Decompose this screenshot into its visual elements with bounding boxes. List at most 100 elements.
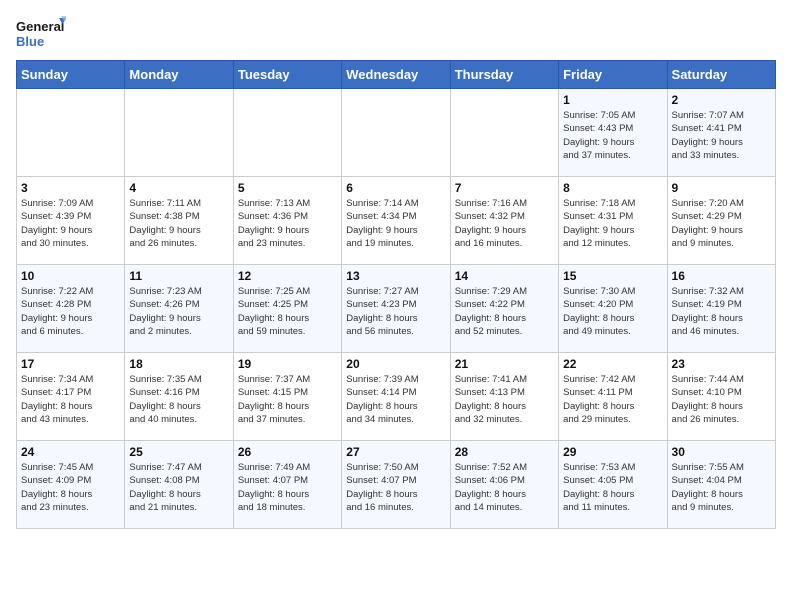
day-info: Sunrise: 7:18 AM Sunset: 4:31 PM Dayligh…	[563, 197, 662, 250]
day-info: Sunrise: 7:50 AM Sunset: 4:07 PM Dayligh…	[346, 461, 445, 514]
calendar-week-5: 24 Sunrise: 7:45 AM Sunset: 4:09 PM Dayli…	[17, 441, 776, 529]
day-header-friday: Friday	[559, 61, 667, 89]
day-number: 12	[238, 269, 337, 283]
calendar-cell	[17, 89, 125, 177]
calendar-cell: 23 Sunrise: 7:44 AM Sunset: 4:10 PM Dayli…	[667, 353, 775, 441]
day-number: 18	[129, 357, 228, 371]
calendar-cell: 27Sunrise: 7:50 AM Sunset: 4:07 PM Dayli…	[342, 441, 450, 529]
calendar-cell: 22 Sunrise: 7:42 AM Sunset: 4:11 PM Dayli…	[559, 353, 667, 441]
day-number: 7	[455, 181, 554, 195]
day-info: Sunrise: 7:13 AM Sunset: 4:36 PM Dayligh…	[238, 197, 337, 250]
logo-svg: General Blue	[16, 16, 66, 52]
day-number: 3	[21, 181, 120, 195]
calendar-cell: 9 Sunrise: 7:20 AM Sunset: 4:29 PM Daylig…	[667, 177, 775, 265]
day-info: Sunrise: 7:11 AM Sunset: 4:38 PM Dayligh…	[129, 197, 228, 250]
day-info: Sunrise: 7:05 AM Sunset: 4:43 PM Dayligh…	[563, 109, 662, 162]
page-header: General Blue	[16, 16, 776, 52]
calendar-cell: 26 Sunrise: 7:49 AM Sunset: 4:07 PM Dayli…	[233, 441, 341, 529]
calendar-cell: 4 Sunrise: 7:11 AM Sunset: 4:38 PM Daylig…	[125, 177, 233, 265]
day-number: 20	[346, 357, 445, 371]
day-number: 14	[455, 269, 554, 283]
day-info: Sunrise: 7:47 AM Sunset: 4:08 PM Dayligh…	[129, 461, 228, 514]
day-number: 24	[21, 445, 120, 459]
day-info: Sunrise: 7:07 AM Sunset: 4:41 PM Dayligh…	[672, 109, 771, 162]
day-info: Sunrise: 7:23 AM Sunset: 4:26 PM Dayligh…	[129, 285, 228, 338]
day-number: 19	[238, 357, 337, 371]
day-number: 1	[563, 93, 662, 107]
calendar-cell: 5 Sunrise: 7:13 AM Sunset: 4:36 PM Daylig…	[233, 177, 341, 265]
day-header-tuesday: Tuesday	[233, 61, 341, 89]
calendar: SundayMondayTuesdayWednesdayThursdayFrid…	[16, 60, 776, 529]
day-info: Sunrise: 7:52 AM Sunset: 4:06 PM Dayligh…	[455, 461, 554, 514]
day-number: 25	[129, 445, 228, 459]
calendar-week-3: 10Sunrise: 7:22 AM Sunset: 4:28 PM Dayli…	[17, 265, 776, 353]
day-info: Sunrise: 7:42 AM Sunset: 4:11 PM Dayligh…	[563, 373, 662, 426]
svg-text:General: General	[16, 19, 64, 34]
day-header-sunday: Sunday	[17, 61, 125, 89]
day-info: Sunrise: 7:25 AM Sunset: 4:25 PM Dayligh…	[238, 285, 337, 338]
calendar-cell: 25 Sunrise: 7:47 AM Sunset: 4:08 PM Dayli…	[125, 441, 233, 529]
day-info: Sunrise: 7:37 AM Sunset: 4:15 PM Dayligh…	[238, 373, 337, 426]
day-number: 4	[129, 181, 228, 195]
day-number: 5	[238, 181, 337, 195]
day-info: Sunrise: 7:14 AM Sunset: 4:34 PM Dayligh…	[346, 197, 445, 250]
day-number: 15	[563, 269, 662, 283]
calendar-cell: 21 Sunrise: 7:41 AM Sunset: 4:13 PM Dayli…	[450, 353, 558, 441]
day-info: Sunrise: 7:27 AM Sunset: 4:23 PM Dayligh…	[346, 285, 445, 338]
day-number: 22	[563, 357, 662, 371]
calendar-cell: 16Sunrise: 7:32 AM Sunset: 4:19 PM Dayli…	[667, 265, 775, 353]
calendar-cell	[342, 89, 450, 177]
logo: General Blue	[16, 16, 66, 52]
calendar-cell: 19 Sunrise: 7:37 AM Sunset: 4:15 PM Dayli…	[233, 353, 341, 441]
calendar-cell: 13 Sunrise: 7:27 AM Sunset: 4:23 PM Dayli…	[342, 265, 450, 353]
calendar-cell: 11 Sunrise: 7:23 AM Sunset: 4:26 PM Dayli…	[125, 265, 233, 353]
day-number: 16	[672, 269, 771, 283]
day-header-saturday: Saturday	[667, 61, 775, 89]
calendar-cell: 28 Sunrise: 7:52 AM Sunset: 4:06 PM Dayli…	[450, 441, 558, 529]
calendar-cell: 1 Sunrise: 7:05 AM Sunset: 4:43 PM Daylig…	[559, 89, 667, 177]
calendar-cell: 15Sunrise: 7:30 AM Sunset: 4:20 PM Dayli…	[559, 265, 667, 353]
day-info: Sunrise: 7:22 AM Sunset: 4:28 PM Dayligh…	[21, 285, 120, 338]
day-number: 2	[672, 93, 771, 107]
day-number: 26	[238, 445, 337, 459]
calendar-cell: 7 Sunrise: 7:16 AM Sunset: 4:32 PM Daylig…	[450, 177, 558, 265]
calendar-cell	[125, 89, 233, 177]
calendar-header-row: SundayMondayTuesdayWednesdayThursdayFrid…	[17, 61, 776, 89]
day-number: 17	[21, 357, 120, 371]
day-number: 13	[346, 269, 445, 283]
calendar-cell: 30 Sunrise: 7:55 AM Sunset: 4:04 PM Dayli…	[667, 441, 775, 529]
calendar-cell: 6 Sunrise: 7:14 AM Sunset: 4:34 PM Daylig…	[342, 177, 450, 265]
day-info: Sunrise: 7:45 AM Sunset: 4:09 PM Dayligh…	[21, 461, 120, 514]
day-number: 11	[129, 269, 228, 283]
day-number: 29	[563, 445, 662, 459]
calendar-cell: 3Sunrise: 7:09 AM Sunset: 4:39 PM Daylig…	[17, 177, 125, 265]
day-info: Sunrise: 7:20 AM Sunset: 4:29 PM Dayligh…	[672, 197, 771, 250]
day-number: 21	[455, 357, 554, 371]
calendar-cell: 20 Sunrise: 7:39 AM Sunset: 4:14 PM Dayli…	[342, 353, 450, 441]
calendar-week-2: 3Sunrise: 7:09 AM Sunset: 4:39 PM Daylig…	[17, 177, 776, 265]
calendar-cell: 8 Sunrise: 7:18 AM Sunset: 4:31 PM Daylig…	[559, 177, 667, 265]
day-info: Sunrise: 7:35 AM Sunset: 4:16 PM Dayligh…	[129, 373, 228, 426]
calendar-cell: 29Sunrise: 7:53 AM Sunset: 4:05 PM Dayli…	[559, 441, 667, 529]
day-info: Sunrise: 7:49 AM Sunset: 4:07 PM Dayligh…	[238, 461, 337, 514]
day-number: 9	[672, 181, 771, 195]
day-number: 28	[455, 445, 554, 459]
day-info: Sunrise: 7:55 AM Sunset: 4:04 PM Dayligh…	[672, 461, 771, 514]
day-number: 23	[672, 357, 771, 371]
day-info: Sunrise: 7:44 AM Sunset: 4:10 PM Dayligh…	[672, 373, 771, 426]
calendar-cell: 10Sunrise: 7:22 AM Sunset: 4:28 PM Dayli…	[17, 265, 125, 353]
calendar-cell: 17 Sunrise: 7:34 AM Sunset: 4:17 PM Dayli…	[17, 353, 125, 441]
day-info: Sunrise: 7:39 AM Sunset: 4:14 PM Dayligh…	[346, 373, 445, 426]
calendar-cell: 14 Sunrise: 7:29 AM Sunset: 4:22 PM Dayli…	[450, 265, 558, 353]
day-header-wednesday: Wednesday	[342, 61, 450, 89]
day-number: 8	[563, 181, 662, 195]
day-header-monday: Monday	[125, 61, 233, 89]
calendar-cell: 18 Sunrise: 7:35 AM Sunset: 4:16 PM Dayli…	[125, 353, 233, 441]
day-info: Sunrise: 7:16 AM Sunset: 4:32 PM Dayligh…	[455, 197, 554, 250]
day-info: Sunrise: 7:41 AM Sunset: 4:13 PM Dayligh…	[455, 373, 554, 426]
day-number: 30	[672, 445, 771, 459]
day-number: 6	[346, 181, 445, 195]
day-info: Sunrise: 7:29 AM Sunset: 4:22 PM Dayligh…	[455, 285, 554, 338]
day-info: Sunrise: 7:34 AM Sunset: 4:17 PM Dayligh…	[21, 373, 120, 426]
calendar-week-4: 17 Sunrise: 7:34 AM Sunset: 4:17 PM Dayli…	[17, 353, 776, 441]
